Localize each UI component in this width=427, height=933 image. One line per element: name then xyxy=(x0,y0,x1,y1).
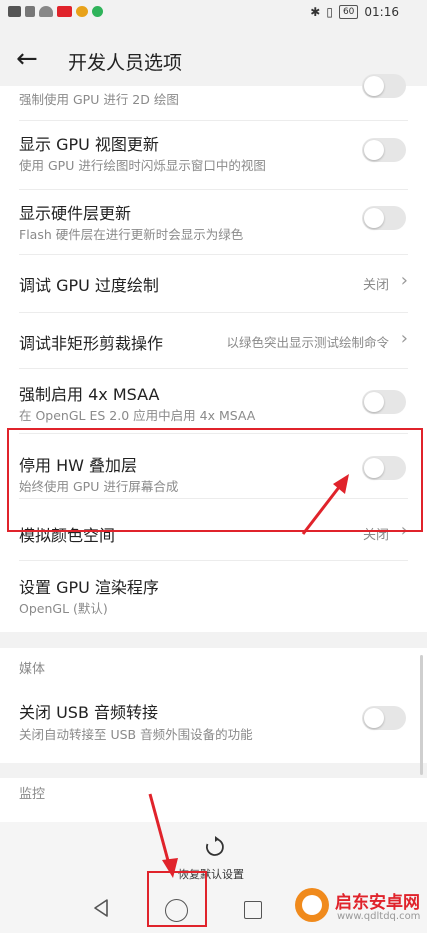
toggle-knob xyxy=(364,140,384,160)
battery-indicator: 60 xyxy=(338,5,359,19)
setting-subtitle: 强制使用 GPU 进行 2D 绘图 xyxy=(19,92,179,107)
watermark-url: www.qdltdq.com xyxy=(337,911,421,922)
toggle-knob xyxy=(364,208,384,228)
setting-title: 设置 GPU 渲染程序 xyxy=(19,578,159,597)
signal-icon xyxy=(25,6,35,17)
setting-force-4x-msaa[interactable]: 强制启用 4x MSAA 在 OpenGL ES 2.0 应用中启用 4x MS… xyxy=(0,369,427,426)
media-section: 媒体 关闭 USB 音频转接 关闭自动转接至 USB 音频外围设备的功能 xyxy=(0,648,427,763)
reset-icon[interactable] xyxy=(204,836,226,858)
status-icons xyxy=(8,6,103,17)
nav-recents-icon[interactable] xyxy=(244,901,262,919)
setting-debug-gpu-overdraw[interactable]: 调试 GPU 过度绘制 关闭 › xyxy=(0,255,427,310)
setting-debug-non-rect-clip[interactable]: 调试非矩形剪裁操作 以绿色突出显示测试绘制命令 › xyxy=(0,313,427,368)
setting-title: 关闭 USB 音频转接 xyxy=(19,703,159,722)
section-label: 监控 xyxy=(19,787,46,802)
hd-icon xyxy=(8,6,21,17)
bluetooth-icon: ✱ xyxy=(310,5,321,19)
vibrate-icon: ▯ xyxy=(326,5,333,19)
setting-subtitle: OpenGL (默认) xyxy=(19,601,108,616)
status-right: ✱ ▯ 60 01:16 xyxy=(310,5,399,19)
page-title: 开发人员选项 xyxy=(68,52,183,74)
app-bar: ← 开发人员选项 xyxy=(0,34,427,86)
setting-subtitle: Flash 硬件层在进行更新时会显示为绿色 xyxy=(19,227,244,242)
wifi-icon xyxy=(39,6,53,17)
back-arrow-icon[interactable]: ← xyxy=(16,44,38,74)
toggle-knob xyxy=(364,392,384,412)
nav-back-icon[interactable] xyxy=(92,898,110,918)
setting-subtitle: 使用 GPU 进行绘图时闪烁显示窗口中的视图 xyxy=(19,158,266,173)
toggle-switch[interactable] xyxy=(362,74,406,98)
clock: 01:16 xyxy=(364,5,399,19)
setting-title: 调试非矩形剪裁操作 xyxy=(19,334,164,353)
toggle-switch[interactable] xyxy=(362,706,406,730)
settings-card: 强制使用 GPU 进行 2D 绘图 显示 GPU 视图更新 使用 GPU 进行绘… xyxy=(0,74,427,632)
setting-value: 以绿色突出显示测试绘制命令 xyxy=(226,335,389,350)
setting-gpu-renderer[interactable]: 设置 GPU 渲染程序 OpenGL (默认) xyxy=(0,561,427,631)
section-label: 媒体 xyxy=(19,662,46,677)
toggle-knob xyxy=(364,708,384,728)
toggle-switch[interactable] xyxy=(362,138,406,162)
app-notification-icon xyxy=(57,6,72,17)
chevron-right-icon: › xyxy=(400,270,408,291)
watermark-logo: 启东安卓网 www.qdltdq.com xyxy=(295,880,427,933)
annotation-arrow-icon xyxy=(301,474,349,535)
setting-value: 关闭 xyxy=(362,278,389,293)
toggle-switch[interactable] xyxy=(362,206,406,230)
setting-show-hw-layer-updates[interactable]: 显示硬件层更新 Flash 硬件层在进行更新时会显示为绿色 xyxy=(0,190,427,247)
setting-title: 显示 GPU 视图更新 xyxy=(19,135,159,154)
toggle-knob xyxy=(364,76,384,96)
setting-disable-usb-audio-routing[interactable]: 关闭 USB 音频转接 关闭自动转接至 USB 音频外围设备的功能 xyxy=(0,688,427,758)
app-notification-icon xyxy=(76,6,88,17)
setting-title: 强制启用 4x MSAA xyxy=(19,385,160,404)
setting-force-gpu-2d[interactable]: 强制使用 GPU 进行 2D 绘图 xyxy=(0,74,427,120)
scrollbar[interactable] xyxy=(420,655,423,775)
setting-title: 调试 GPU 过度绘制 xyxy=(19,276,159,295)
highlight-box xyxy=(7,428,423,532)
setting-show-gpu-view-updates[interactable]: 显示 GPU 视图更新 使用 GPU 进行绘图时闪烁显示窗口中的视图 xyxy=(0,121,427,178)
watermark-icon xyxy=(295,888,329,922)
toggle-switch[interactable] xyxy=(362,390,406,414)
watermark-title: 启东安卓网 xyxy=(335,893,420,913)
setting-subtitle: 关闭自动转接至 USB 音频外围设备的功能 xyxy=(19,727,253,742)
annotation-arrow-icon xyxy=(148,793,178,878)
chevron-right-icon: › xyxy=(400,328,408,349)
status-bar: ✱ ▯ 60 01:16 xyxy=(0,0,427,28)
app-notification-icon xyxy=(92,6,103,17)
setting-subtitle: 在 OpenGL ES 2.0 应用中启用 4x MSAA xyxy=(19,408,256,423)
setting-title: 显示硬件层更新 xyxy=(19,204,132,223)
